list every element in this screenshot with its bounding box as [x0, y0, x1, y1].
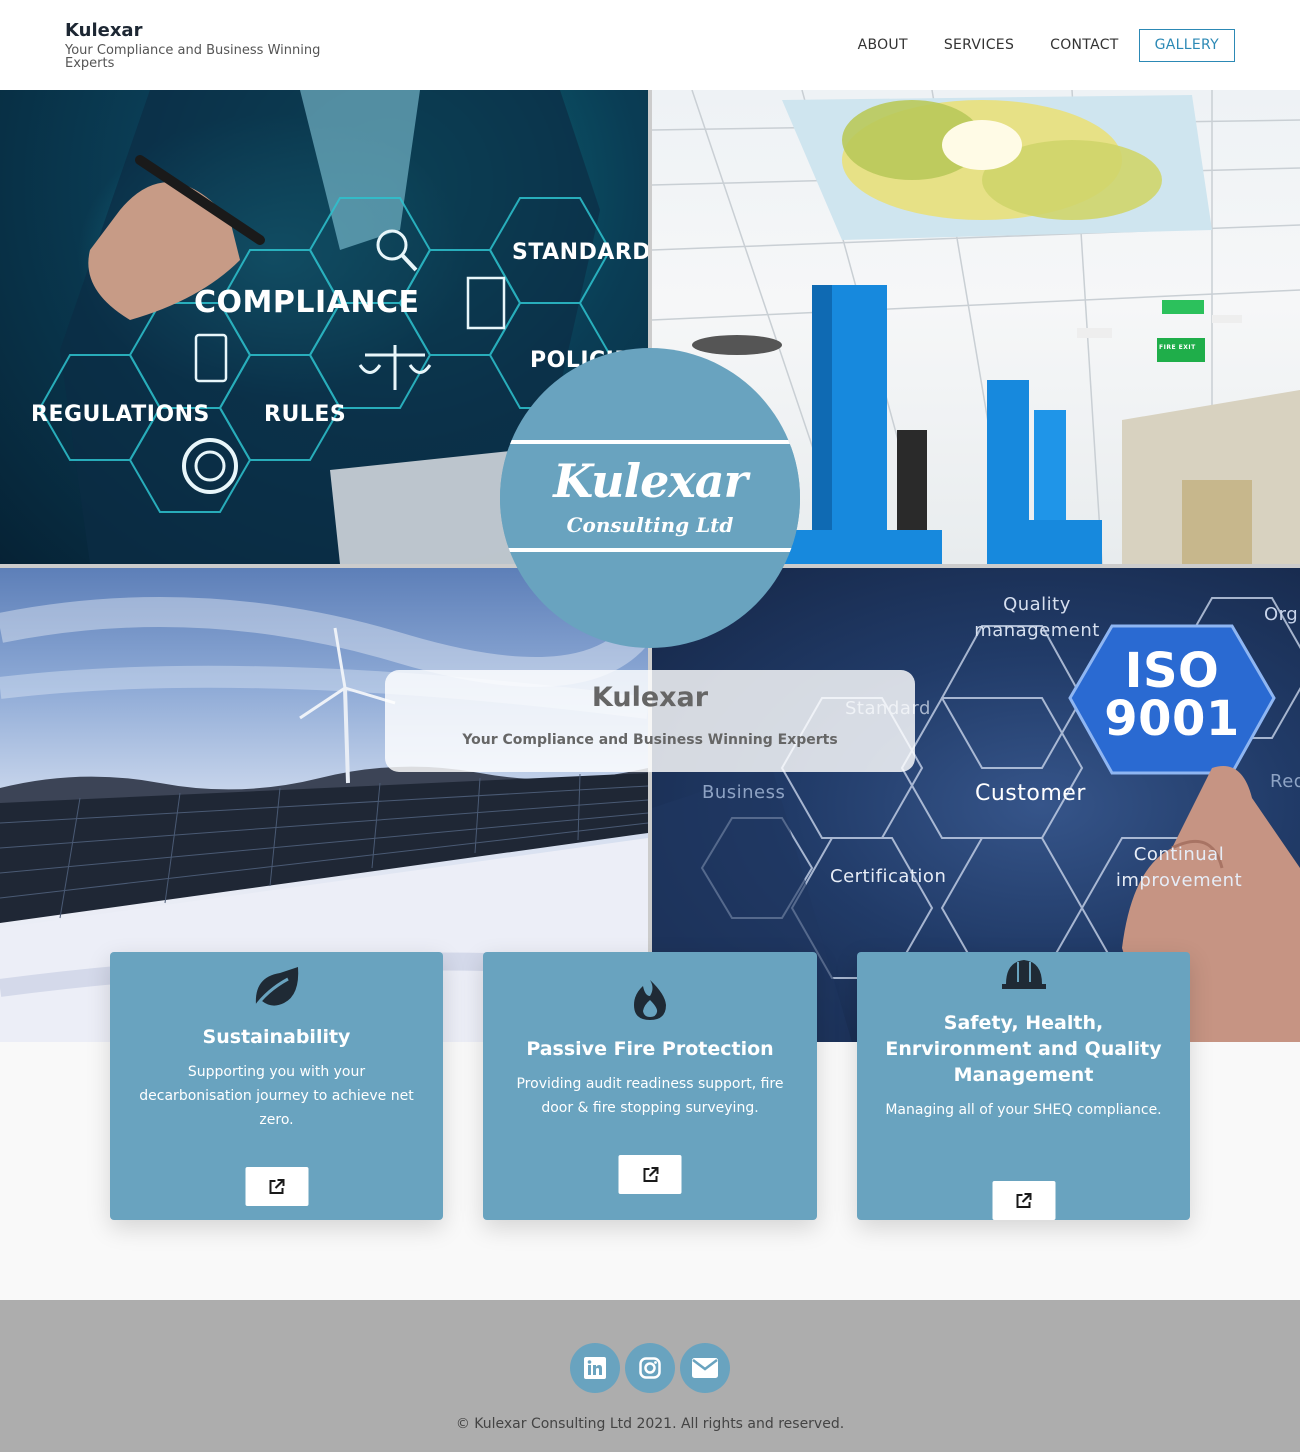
customer-word: Customer	[975, 781, 1086, 806]
brand[interactable]: Kulexar Your Compliance and Business Win…	[65, 20, 355, 70]
main-nav: ABOUT SERVICES CONTACT GALLERY	[822, 29, 1235, 62]
hero-title: Kulexar	[591, 682, 709, 713]
standards-word: STANDARDS	[512, 240, 648, 265]
iso-badge-line1: ISO	[1124, 643, 1220, 699]
open-link-button[interactable]	[992, 1181, 1055, 1220]
instagram-icon	[639, 1357, 661, 1379]
linkedin-button[interactable]	[570, 1343, 620, 1393]
linkedin-icon	[584, 1357, 606, 1379]
fire-exit-sign: FIRE EXIT	[1159, 344, 1196, 351]
business-word: Business	[702, 782, 786, 803]
nav-contact[interactable]: CONTACT	[1050, 29, 1119, 62]
social-links	[570, 1343, 735, 1393]
leaf-icon	[252, 965, 302, 1015]
hard-hat-icon	[1001, 956, 1046, 994]
fire-icon	[631, 978, 669, 1026]
envelope-icon	[692, 1358, 718, 1378]
req-word: Req	[1270, 771, 1300, 792]
service-description: Providing audit readiness support, fire …	[516, 1076, 784, 1116]
quality-management-word: Quality management	[974, 594, 1100, 641]
service-card-sustainability: Sustainability Supporting you with your …	[110, 952, 443, 1220]
external-link-icon	[1016, 1192, 1032, 1208]
rules-word: RULES	[264, 402, 347, 427]
external-link-icon	[269, 1178, 285, 1194]
continual-improvement-word: Continual improvement	[1115, 844, 1243, 891]
certification-word: Certification	[830, 866, 947, 887]
service-description: Supporting you with your decarbonisation…	[139, 1064, 414, 1128]
logo-name: Kulexar	[553, 454, 748, 508]
regulations-word: REGULATIONS	[31, 402, 210, 427]
hero-section: COMPLIANCE STANDARDS POLICIES REGULATION…	[0, 90, 1300, 1042]
iso-badge-line2: 9001	[1104, 691, 1240, 747]
hero-subtitle: Your Compliance and Business Winning Exp…	[462, 732, 838, 748]
hero-card: Kulexar Your Compliance and Business Win…	[385, 670, 915, 772]
logo-subtitle: Consulting Ltd	[566, 513, 734, 537]
service-title: Passive Fire Protection	[526, 1038, 774, 1060]
org-word: Org	[1264, 604, 1299, 625]
instagram-button[interactable]	[625, 1343, 675, 1393]
site-footer: © Kulexar Consulting Ltd 2021. All right…	[0, 1300, 1300, 1452]
nav-about[interactable]: ABOUT	[858, 29, 908, 62]
email-button[interactable]	[680, 1343, 730, 1393]
service-description: Managing all of your SHEQ compliance.	[885, 1102, 1162, 1118]
gallery-button[interactable]: GALLERY	[1138, 29, 1235, 62]
service-title: Safety, Health, Enrvironment and Quality…	[885, 1012, 1162, 1086]
brand-tagline: Your Compliance and Business Winning Exp…	[65, 43, 321, 71]
brand-title[interactable]: Kulexar	[65, 20, 355, 42]
copyright-text: © Kulexar Consulting Ltd 2021. All right…	[455, 1416, 845, 1432]
service-card-sheq: Safety, Health, Enrvironment and Quality…	[857, 952, 1190, 1220]
open-link-button[interactable]	[245, 1167, 308, 1206]
company-logo: Kulexar Consulting Ltd	[500, 348, 800, 648]
nav-services[interactable]: SERVICES	[944, 29, 1014, 62]
service-title: Sustainability	[202, 1026, 351, 1048]
site-header: Kulexar Your Compliance and Business Win…	[0, 0, 1300, 90]
compliance-word: COMPLIANCE	[194, 285, 420, 320]
external-link-icon	[643, 1166, 658, 1182]
service-card-fire-protection: Passive Fire Protection Providing audit …	[483, 952, 817, 1220]
open-link-button[interactable]	[618, 1155, 682, 1194]
